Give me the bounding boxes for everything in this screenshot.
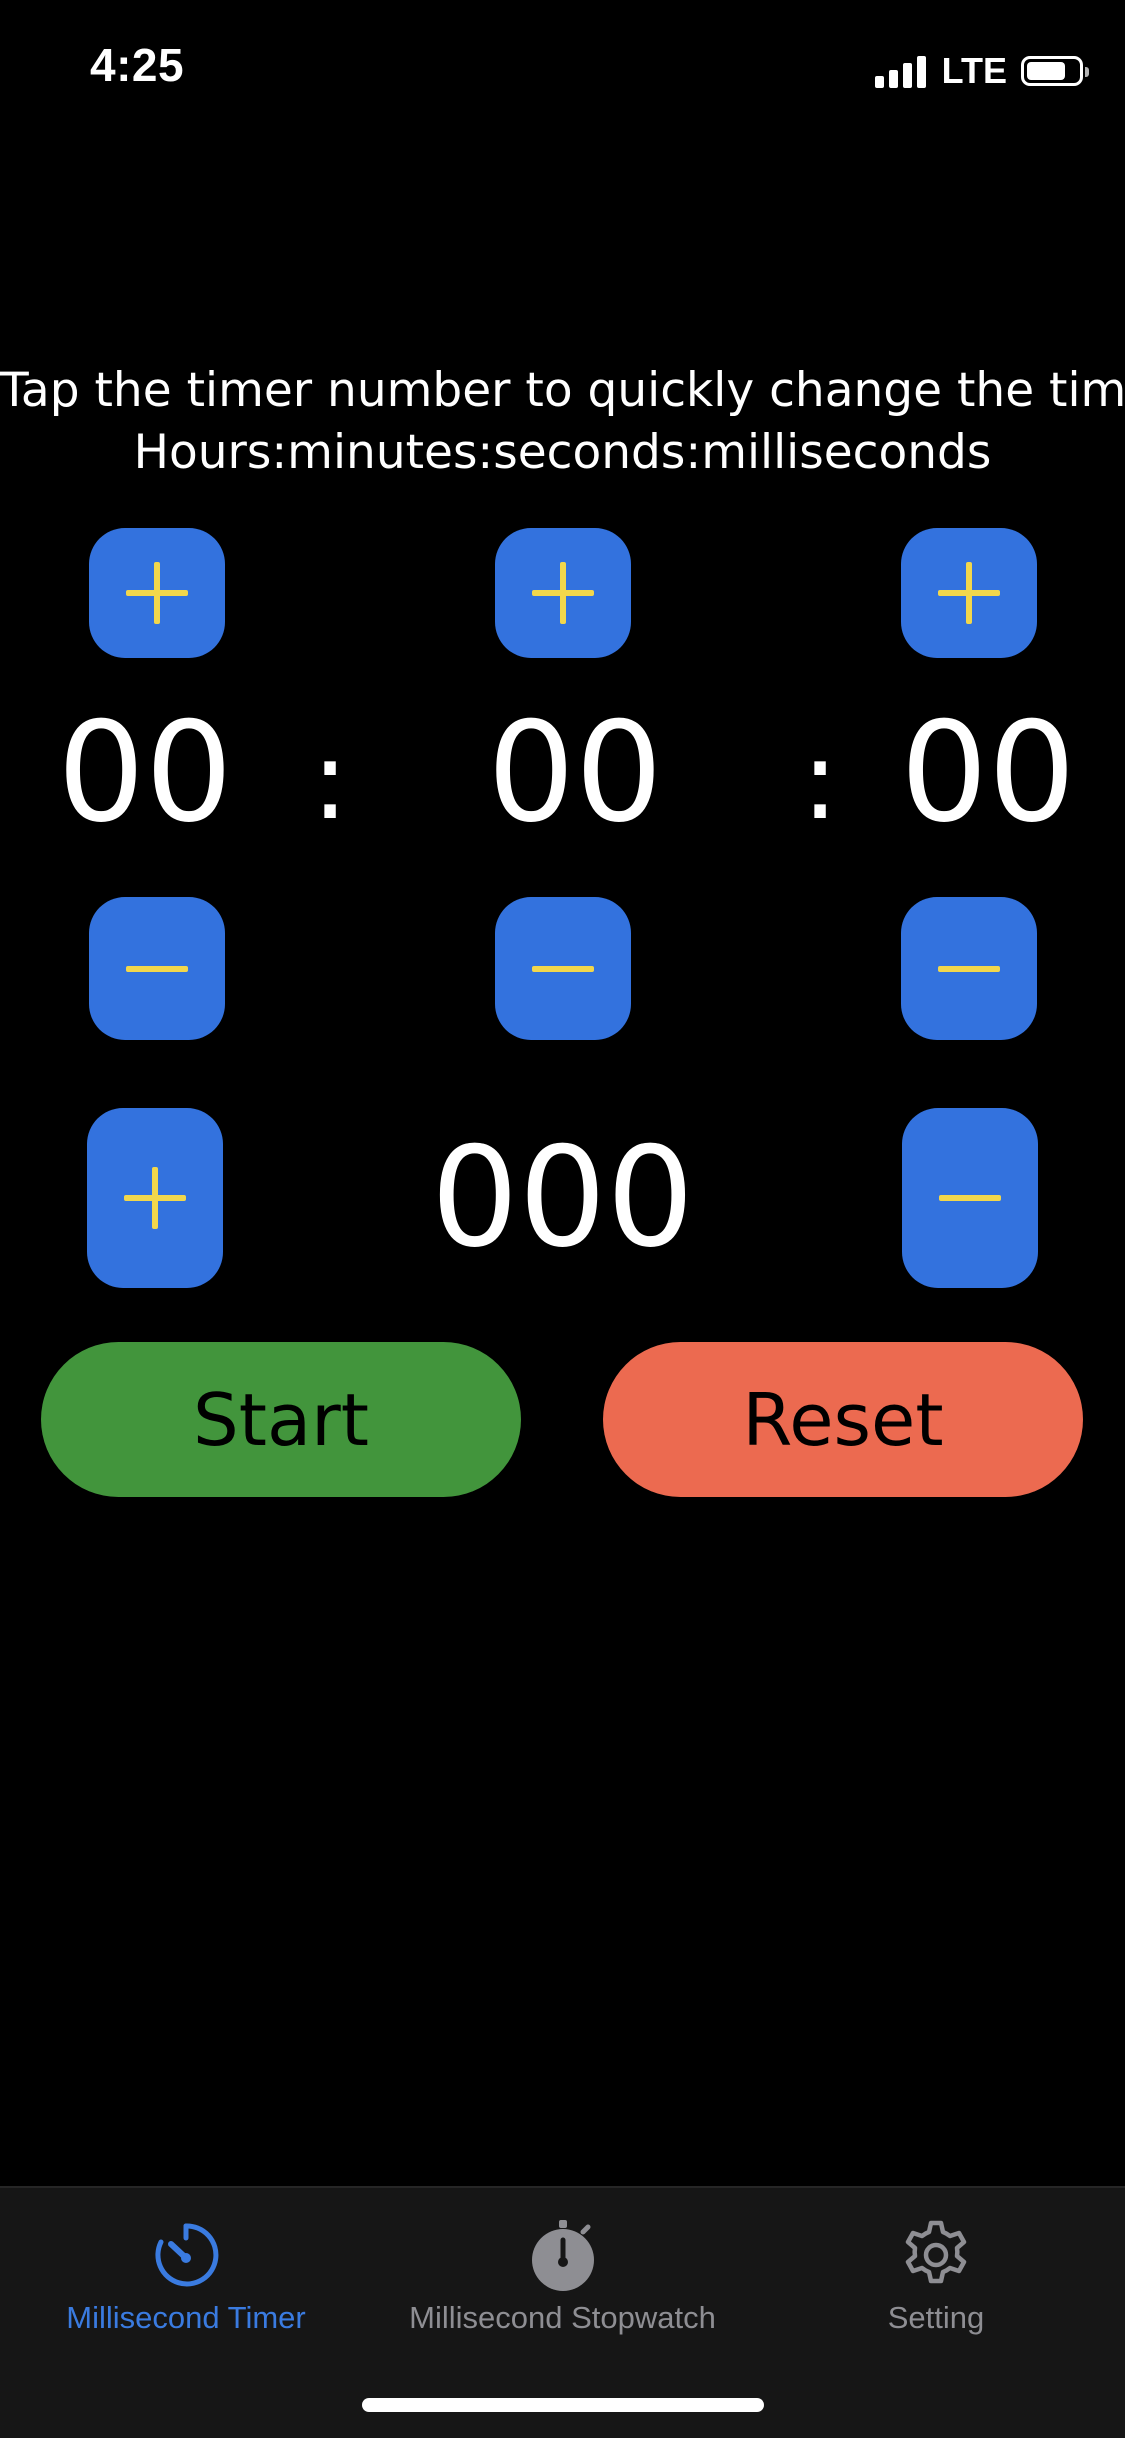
hours-increment-button[interactable] [89, 528, 225, 658]
plus-icon [124, 1167, 186, 1229]
hours-minutes-separator: : [311, 716, 349, 844]
signal-icon [874, 54, 926, 88]
status-time: 4:25 [90, 39, 185, 91]
instructions: Tap the timer number to quickly change t… [0, 360, 1125, 484]
minus-icon [939, 1167, 1001, 1229]
tab-label: Setting [887, 2300, 985, 2335]
tab-label: Millisecond Stopwatch [409, 2300, 716, 2335]
milliseconds-value[interactable]: 000 [380, 1118, 745, 1278]
gear-icon [905, 2220, 967, 2284]
minutes-increment-button[interactable] [495, 528, 631, 658]
minus-icon [532, 938, 594, 1000]
minutes-seconds-separator: : [801, 716, 839, 844]
seconds-increment-button[interactable] [901, 528, 1037, 658]
tab-millisecond-timer[interactable]: Millisecond Timer [56, 2218, 316, 2336]
hours-decrement-button[interactable] [89, 897, 225, 1040]
instruction-line-1: Tap the timer number to quickly change t… [0, 363, 1125, 418]
minutes-decrement-button[interactable] [495, 897, 631, 1040]
tab-millisecond-stopwatch[interactable]: Millisecond Stopwatch [390, 2218, 735, 2336]
milliseconds-increment-button[interactable] [87, 1108, 223, 1288]
home-indicator[interactable] [362, 2398, 764, 2412]
tab-label: Millisecond Timer [66, 2300, 306, 2335]
hours-value[interactable]: 00 [45, 693, 245, 853]
reset-button[interactable]: Reset [603, 1342, 1083, 1497]
plus-icon [938, 562, 1000, 624]
start-button[interactable]: Start [41, 1342, 521, 1497]
minus-icon [126, 938, 188, 1000]
minus-icon [938, 938, 1000, 1000]
instruction-line-2: Hours:minutes:seconds:milliseconds [133, 425, 992, 480]
status-indicators: LTE [874, 50, 1089, 92]
tab-setting[interactable]: Setting [836, 2218, 1036, 2336]
stopwatch-icon [531, 2220, 594, 2291]
status-bar: 4:25 LTE [0, 0, 1125, 132]
milliseconds-decrement-button[interactable] [902, 1108, 1038, 1288]
network-type: LTE [941, 50, 1007, 91]
battery-level [1027, 62, 1065, 80]
battery-icon [1021, 56, 1089, 86]
plus-icon [532, 562, 594, 624]
plus-icon [126, 562, 188, 624]
minutes-value[interactable]: 00 [475, 693, 675, 853]
seconds-decrement-button[interactable] [901, 897, 1037, 1040]
seconds-value[interactable]: 00 [888, 693, 1088, 853]
timer-icon [155, 2223, 219, 2287]
